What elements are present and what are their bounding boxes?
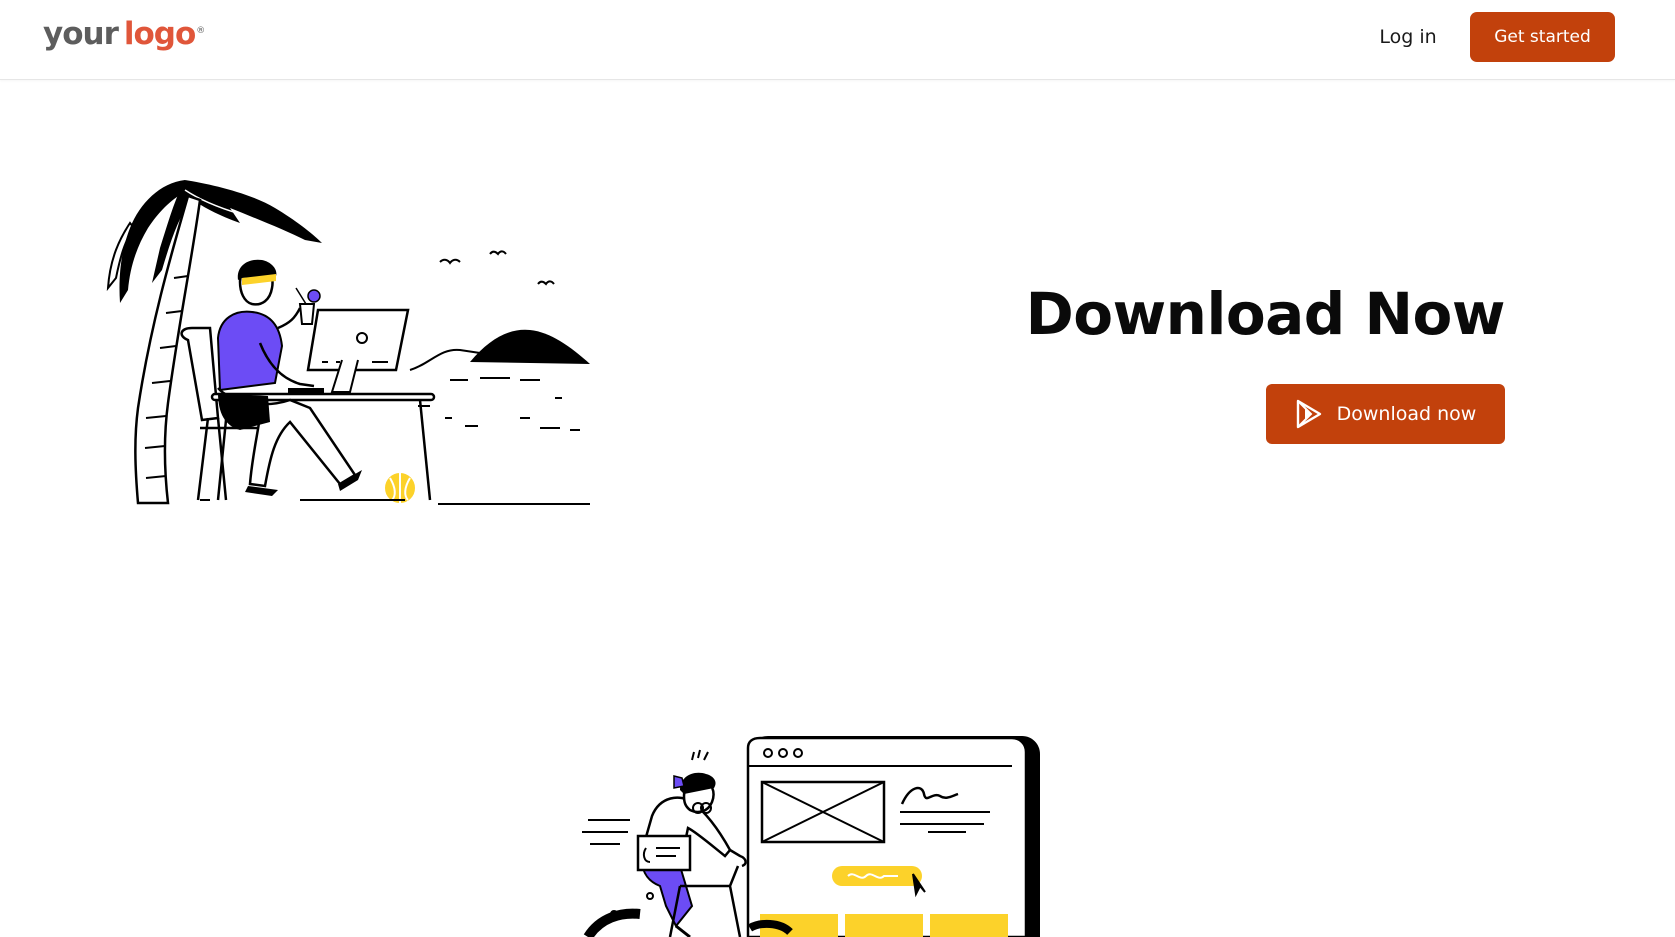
top-navigation: your logo ® Log in Get started xyxy=(0,0,1675,80)
play-store-icon xyxy=(1296,399,1321,429)
registered-mark: ® xyxy=(196,26,205,36)
delivery-cyclist-illustration xyxy=(582,736,1040,937)
logo-word-your: your xyxy=(43,16,119,52)
get-started-button[interactable]: Get started xyxy=(1470,12,1615,62)
logo-word-logo: logo xyxy=(123,16,196,52)
download-now-button[interactable]: Download now xyxy=(1266,384,1505,444)
page-title: Download Now xyxy=(1025,280,1506,348)
logo[interactable]: your logo ® xyxy=(43,14,205,54)
beach-remote-work-illustration xyxy=(106,180,590,505)
page: your logo ® Log in Get started Download … xyxy=(0,0,1675,937)
login-link[interactable]: Log in xyxy=(1371,19,1445,55)
download-now-label: Download now xyxy=(1336,403,1477,425)
